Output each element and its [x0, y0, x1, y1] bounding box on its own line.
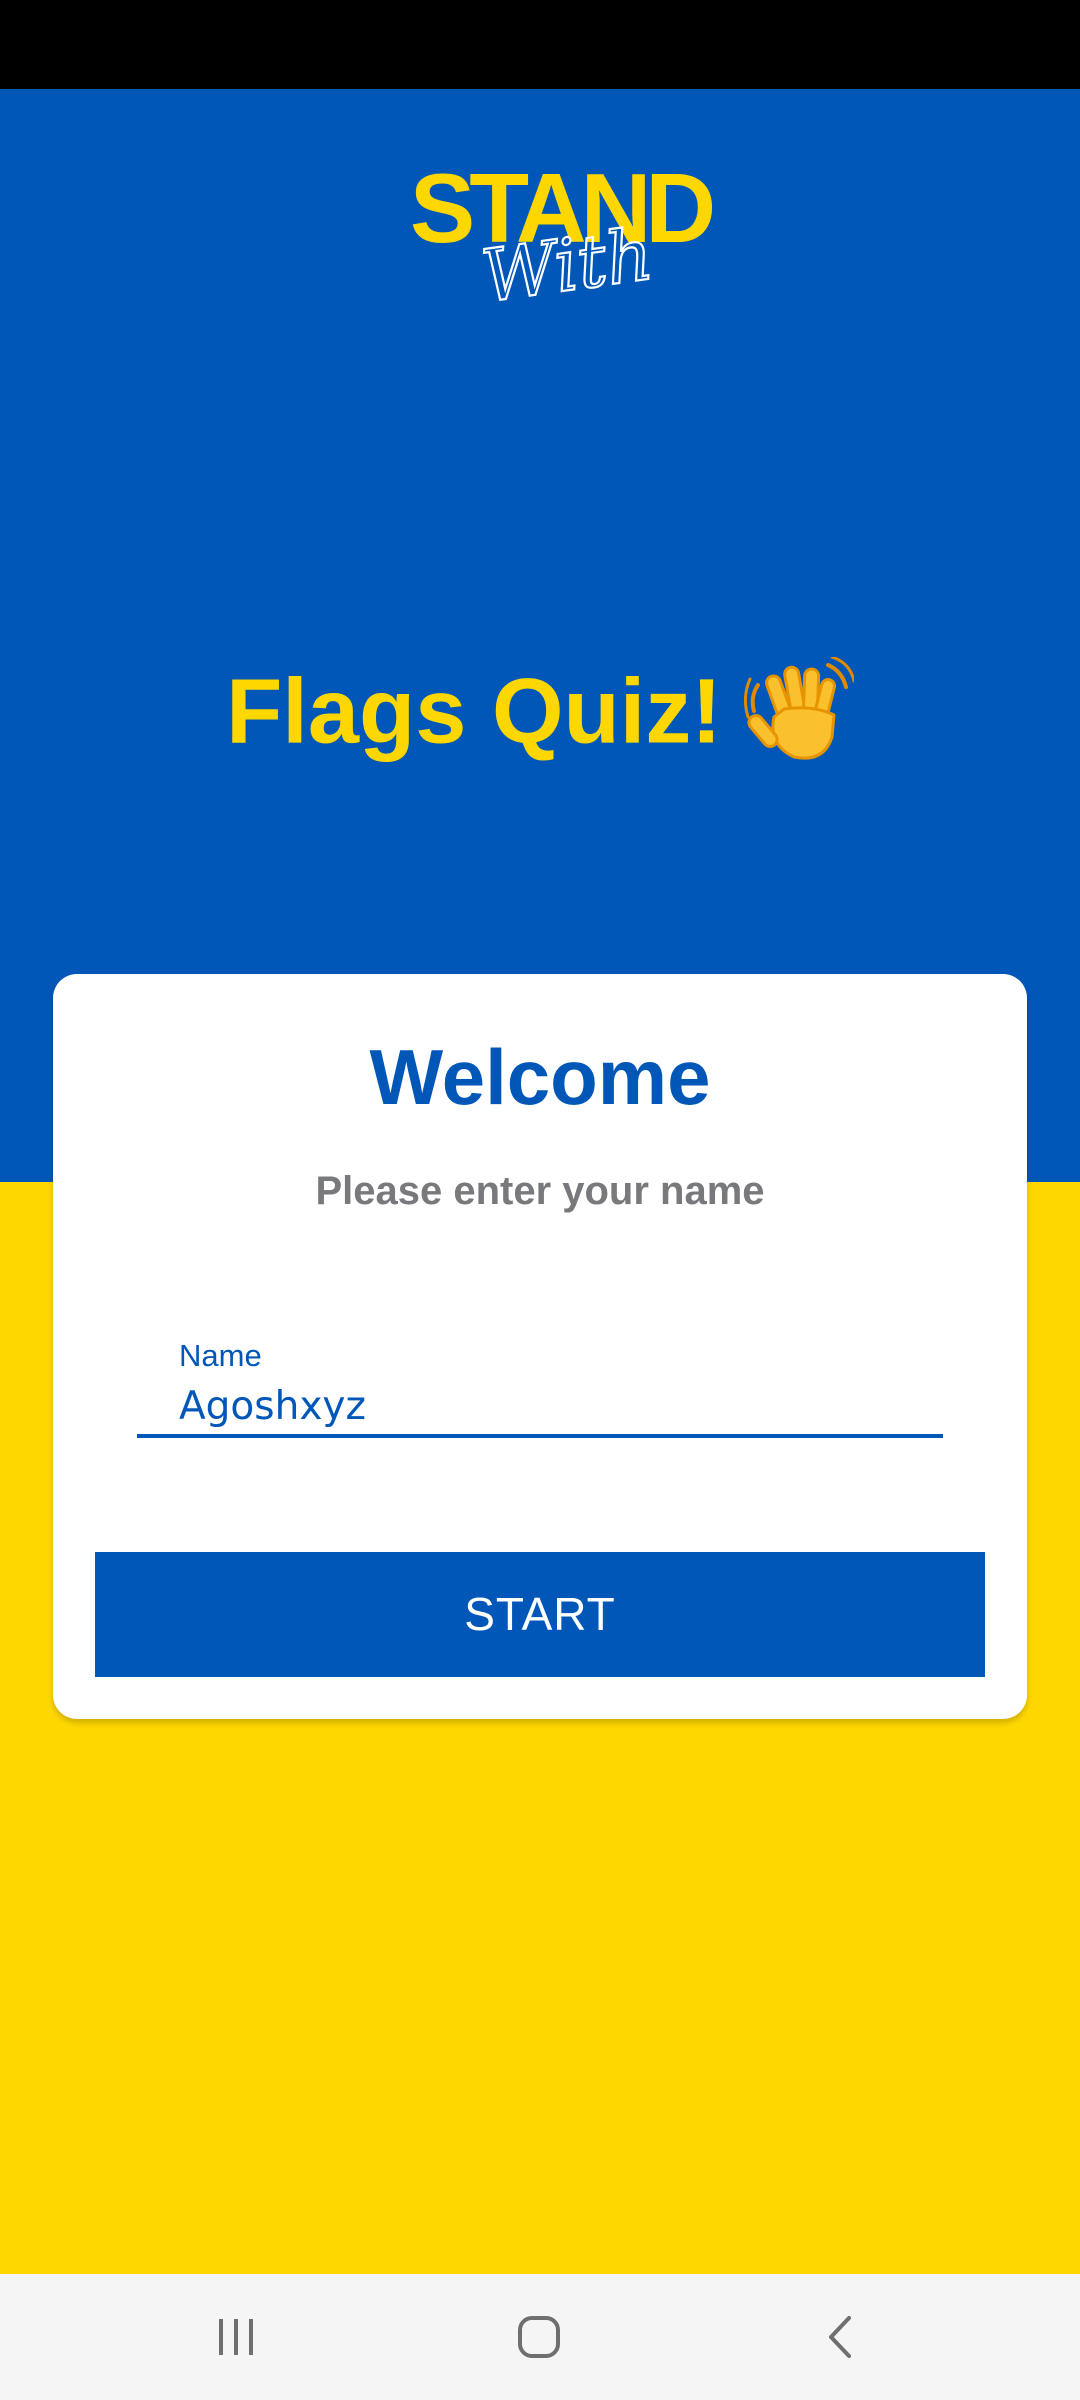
recent-apps-button[interactable] — [176, 2297, 296, 2377]
system-navigation-bar — [0, 2274, 1080, 2400]
quiz-title: Flags Quiz! — [0, 645, 1080, 772]
name-field-label: Name — [179, 1338, 262, 1373]
name-prompt: Please enter your name — [315, 1169, 765, 1213]
name-input[interactable] — [179, 1378, 919, 1434]
home-icon — [518, 2316, 560, 2358]
home-button[interactable] — [479, 2297, 599, 2377]
start-button[interactable]: START — [95, 1552, 985, 1677]
welcome-heading: Welcome — [369, 1033, 711, 1121]
quiz-title-text: Flags Quiz! — [226, 660, 722, 763]
name-field-underline — [137, 1434, 943, 1438]
welcome-card: Welcome Please enter your name Name STAR… — [53, 974, 1027, 1719]
back-icon — [829, 2316, 851, 2358]
status-bar — [0, 0, 1080, 89]
stand-with-logo: STAND With — [390, 150, 730, 320]
recent-apps-icon — [219, 2319, 253, 2355]
back-button[interactable] — [782, 2297, 902, 2377]
waving-hand-icon — [743, 655, 856, 767]
name-field[interactable]: Name — [137, 1332, 943, 1440]
